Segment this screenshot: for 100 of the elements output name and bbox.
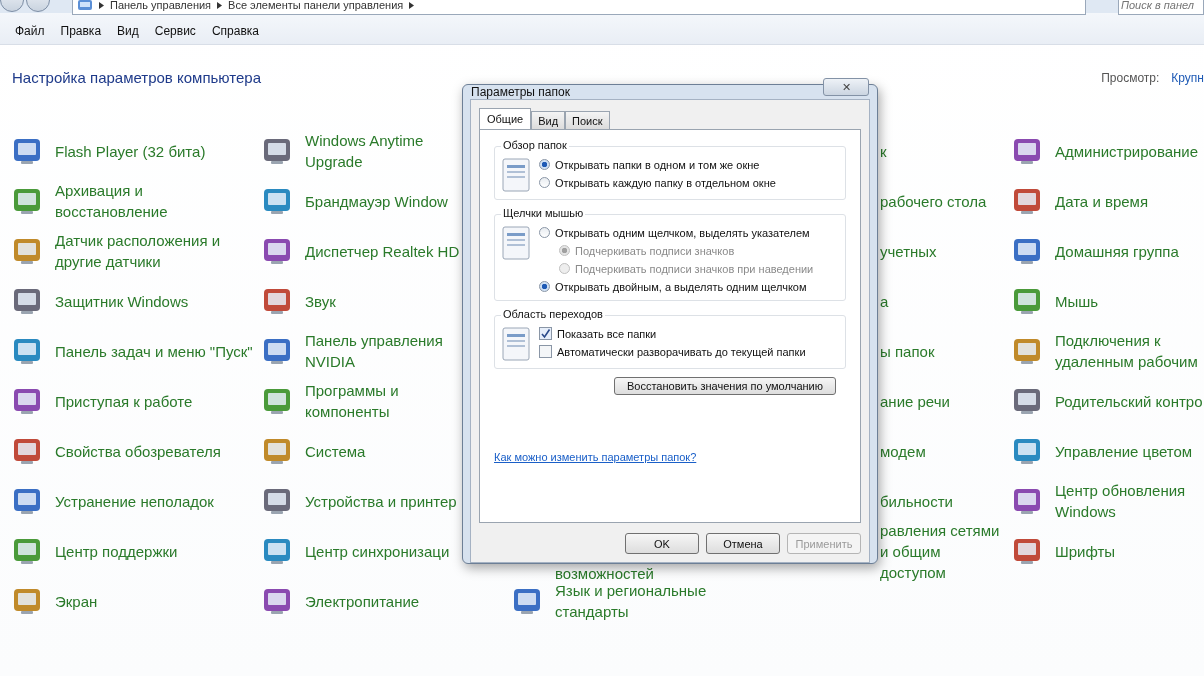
menu-item[interactable]: Файл [15,24,45,38]
applet-link[interactable]: Панель задач и меню "Пуск" [55,340,253,362]
applet-icon [12,186,42,216]
applet-icon [1012,436,1042,466]
applet-icon [262,336,292,366]
address-field[interactable]: Панель управления Все элементы панели управления [72,0,1086,15]
dialog-button[interactable]: OK [625,533,699,554]
applet-icon [12,436,42,466]
tab[interactable]: Общие [479,108,532,129]
applet-link[interactable]: а [880,290,889,312]
window-icon [501,326,531,362]
window-icon [501,225,531,261]
applet-link[interactable]: Панель управления NVIDIA [305,330,462,372]
option-label: Подчеркивать подписи значков [575,244,735,257]
applet-link[interactable]: Электропитание [305,590,420,612]
dialog-button[interactable]: Отмена [706,533,780,554]
applet-link[interactable]: Звук [305,290,336,312]
applet-link[interactable]: ание речи [880,390,950,412]
radio-button[interactable] [539,159,550,170]
applet-icon [262,236,292,266]
menu-item[interactable]: Вид [117,24,139,38]
applet-link[interactable]: ы папок [880,340,935,362]
applet-icon [1012,386,1042,416]
applet-link[interactable]: Защитник Windows [55,290,189,312]
applet-link[interactable]: Экран [55,590,98,612]
radio-button[interactable] [539,281,550,292]
help-link[interactable]: Как можно изменить параметры папок? [494,451,846,463]
menu-item[interactable]: Справка [211,24,259,38]
applet-link[interactable]: Датчик расположения и другие датчики [55,230,255,272]
applet-icon [12,336,42,366]
applet-icon [12,486,42,516]
applet-link[interactable]: Windows Anytime Upgrade [305,130,462,172]
applet-link[interactable]: Диспетчер Realtek HD [305,240,460,262]
applet-link[interactable]: Устранение неполадок [55,490,214,512]
page-title: Настройка параметров компьютера [12,69,261,86]
applet-icon [1012,486,1042,516]
option-label: Открывать двойным, а выделять одним щелчком [555,280,807,293]
applet-link[interactable]: бильности [880,490,953,512]
menu-item[interactable]: Правка [60,24,102,38]
applet-icon [12,536,42,566]
applet-link[interactable]: Мышь [1055,290,1099,312]
applet-link[interactable]: Родительский контро [1055,390,1203,412]
applet-icon [262,486,292,516]
group-title: Обзор папок [501,139,569,151]
menu-item[interactable]: Сервис [154,24,196,38]
dialog-title: Параметры папок [471,85,570,99]
close-button[interactable]: ✕ [823,78,869,96]
checkbox[interactable] [539,345,552,358]
applet-link[interactable]: учетных [880,240,937,262]
option-label: Автоматически разворачивать до текущей папки [557,345,806,358]
applet-link[interactable]: Программы и компоненты [305,380,462,422]
applet-link[interactable]: Центр синхронизаци [305,540,450,562]
option-label: Показать все папки [557,327,657,340]
tab[interactable]: Поиск [565,111,610,129]
applet-link[interactable]: Система [305,440,366,462]
option-label: Открывать каждую папку в отдельном окне [555,176,776,189]
applet-link[interactable]: рабочего стола [880,190,987,212]
breadcrumb[interactable]: Все элементы панели управления [228,0,404,11]
window-icon [501,157,531,193]
applet-icon [262,586,292,616]
applet-link[interactable]: Домашняя группа [1055,240,1179,262]
applet-link[interactable]: Свойства обозревателя [55,440,221,462]
applet-link[interactable]: Архивация и восстановление [55,180,255,222]
applet-link[interactable]: Flash Player (32 бита) [55,140,206,162]
applet-link[interactable]: Администрирование [1055,140,1199,162]
group-title: Щелчки мышью [501,207,586,219]
chevron-icon[interactable] [99,1,104,9]
applet-link[interactable]: модем [880,440,926,462]
chevron-icon[interactable] [217,1,223,9]
applet-icon [12,236,42,266]
applet-link[interactable]: Шрифты [1055,540,1116,562]
radio-button[interactable] [539,177,550,188]
applet-icon [1012,336,1042,366]
restore-defaults-button[interactable]: Восстановить значения по умолчанию [614,377,836,395]
radio-button[interactable] [539,227,550,238]
applet-icon [12,586,42,616]
applet-icon [262,536,292,566]
control-panel-icon [77,0,93,11]
applet-link[interactable]: Центр поддержки [55,540,178,562]
applet-link[interactable]: Дата и время [1055,190,1149,212]
view-mode-link[interactable]: Крупн [1171,70,1204,85]
chevron-icon[interactable] [409,1,415,9]
applet-link[interactable]: Брандмауэр Window [305,190,448,212]
applet-link[interactable]: к [880,140,887,162]
applet-icon [12,136,42,166]
tab[interactable]: Вид [531,111,566,129]
view-label: Просмотр: [1101,70,1160,85]
applet-icon [262,186,292,216]
applet-icon [262,436,292,466]
applet-link[interactable]: равления сетями и общим доступом [880,519,1008,583]
breadcrumb[interactable]: Панель управления [110,0,212,11]
applet-link[interactable]: Устройства и принтер [305,490,457,512]
applet-link[interactable]: Управление цветом [1055,440,1193,462]
option-label: Открывать папки в одном и том же окне [555,158,760,171]
applet-link[interactable]: Приступая к работе [55,390,193,412]
applet-link[interactable]: Подключения к удаленным рабочим [1055,330,1204,372]
checkbox[interactable] [539,327,552,340]
applet-icon [1012,236,1042,266]
search-field[interactable]: Поиск в панел [1118,0,1204,15]
applet-link[interactable]: Центр обновления Windows [1055,480,1204,522]
